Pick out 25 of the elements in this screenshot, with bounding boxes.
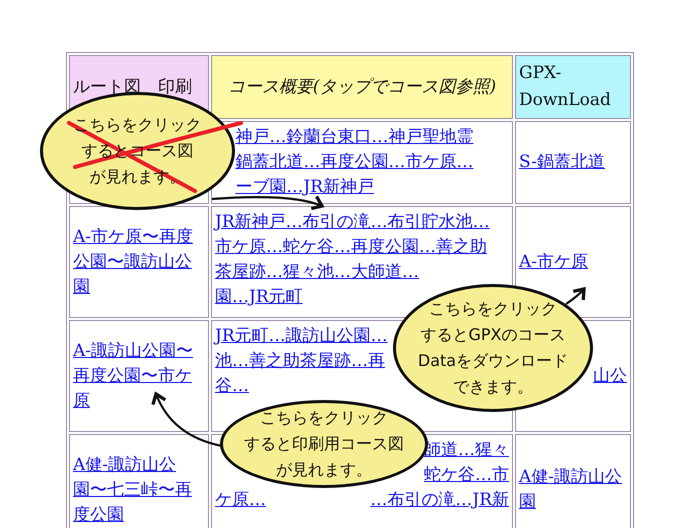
course-link[interactable]: 神戸…鈴蘭台東口…神戸聖地霊: [235, 125, 474, 150]
gpx-link[interactable]: 山公: [593, 364, 627, 388]
course-link[interactable]: 蛇ケ谷…市: [424, 463, 509, 488]
course-link[interactable]: ケ原…: [215, 488, 266, 513]
course-link[interactable]: 池…善之助茶屋跡…再: [215, 349, 385, 374]
course-link[interactable]: JR新神戸…布引の滝…布引貯水池…: [215, 210, 490, 235]
course-link[interactable]: 茶屋跡…猩々池…大師道…: [215, 260, 419, 285]
callout-text: するとGPXのコース: [420, 324, 566, 346]
callout-text: すると印刷用コース図: [244, 433, 404, 455]
callout-text: できます。: [453, 376, 533, 398]
callout-text: こちらをクリック: [260, 407, 388, 429]
course-link[interactable]: …布引の滝…JR新: [370, 488, 509, 513]
callout-text: が見れます。: [276, 459, 372, 481]
course-link[interactable]: JR元町…諏訪山公園…: [215, 324, 388, 349]
arrow: [565, 287, 586, 305]
column-header: コース概要(タップでコース図参照): [211, 55, 513, 119]
column-header: GPX-DownLoad: [515, 55, 631, 119]
callout-text: こちらをクリック: [429, 298, 557, 320]
gpx-link[interactable]: A-市ケ原: [519, 250, 627, 274]
course-link[interactable]: 谷…: [215, 374, 249, 399]
course-link[interactable]: ーブ園…JR新神戸: [235, 175, 374, 200]
callout-text: Dataをダウンロード: [418, 350, 568, 372]
course-link[interactable]: 園…JR元町: [215, 285, 303, 310]
course-link[interactable]: 市ケ原…蛇ケ谷…再度公園…善之助: [215, 235, 487, 260]
course-link[interactable]: 鍋蓋北道…再度公園…市ケ原…: [235, 150, 474, 175]
